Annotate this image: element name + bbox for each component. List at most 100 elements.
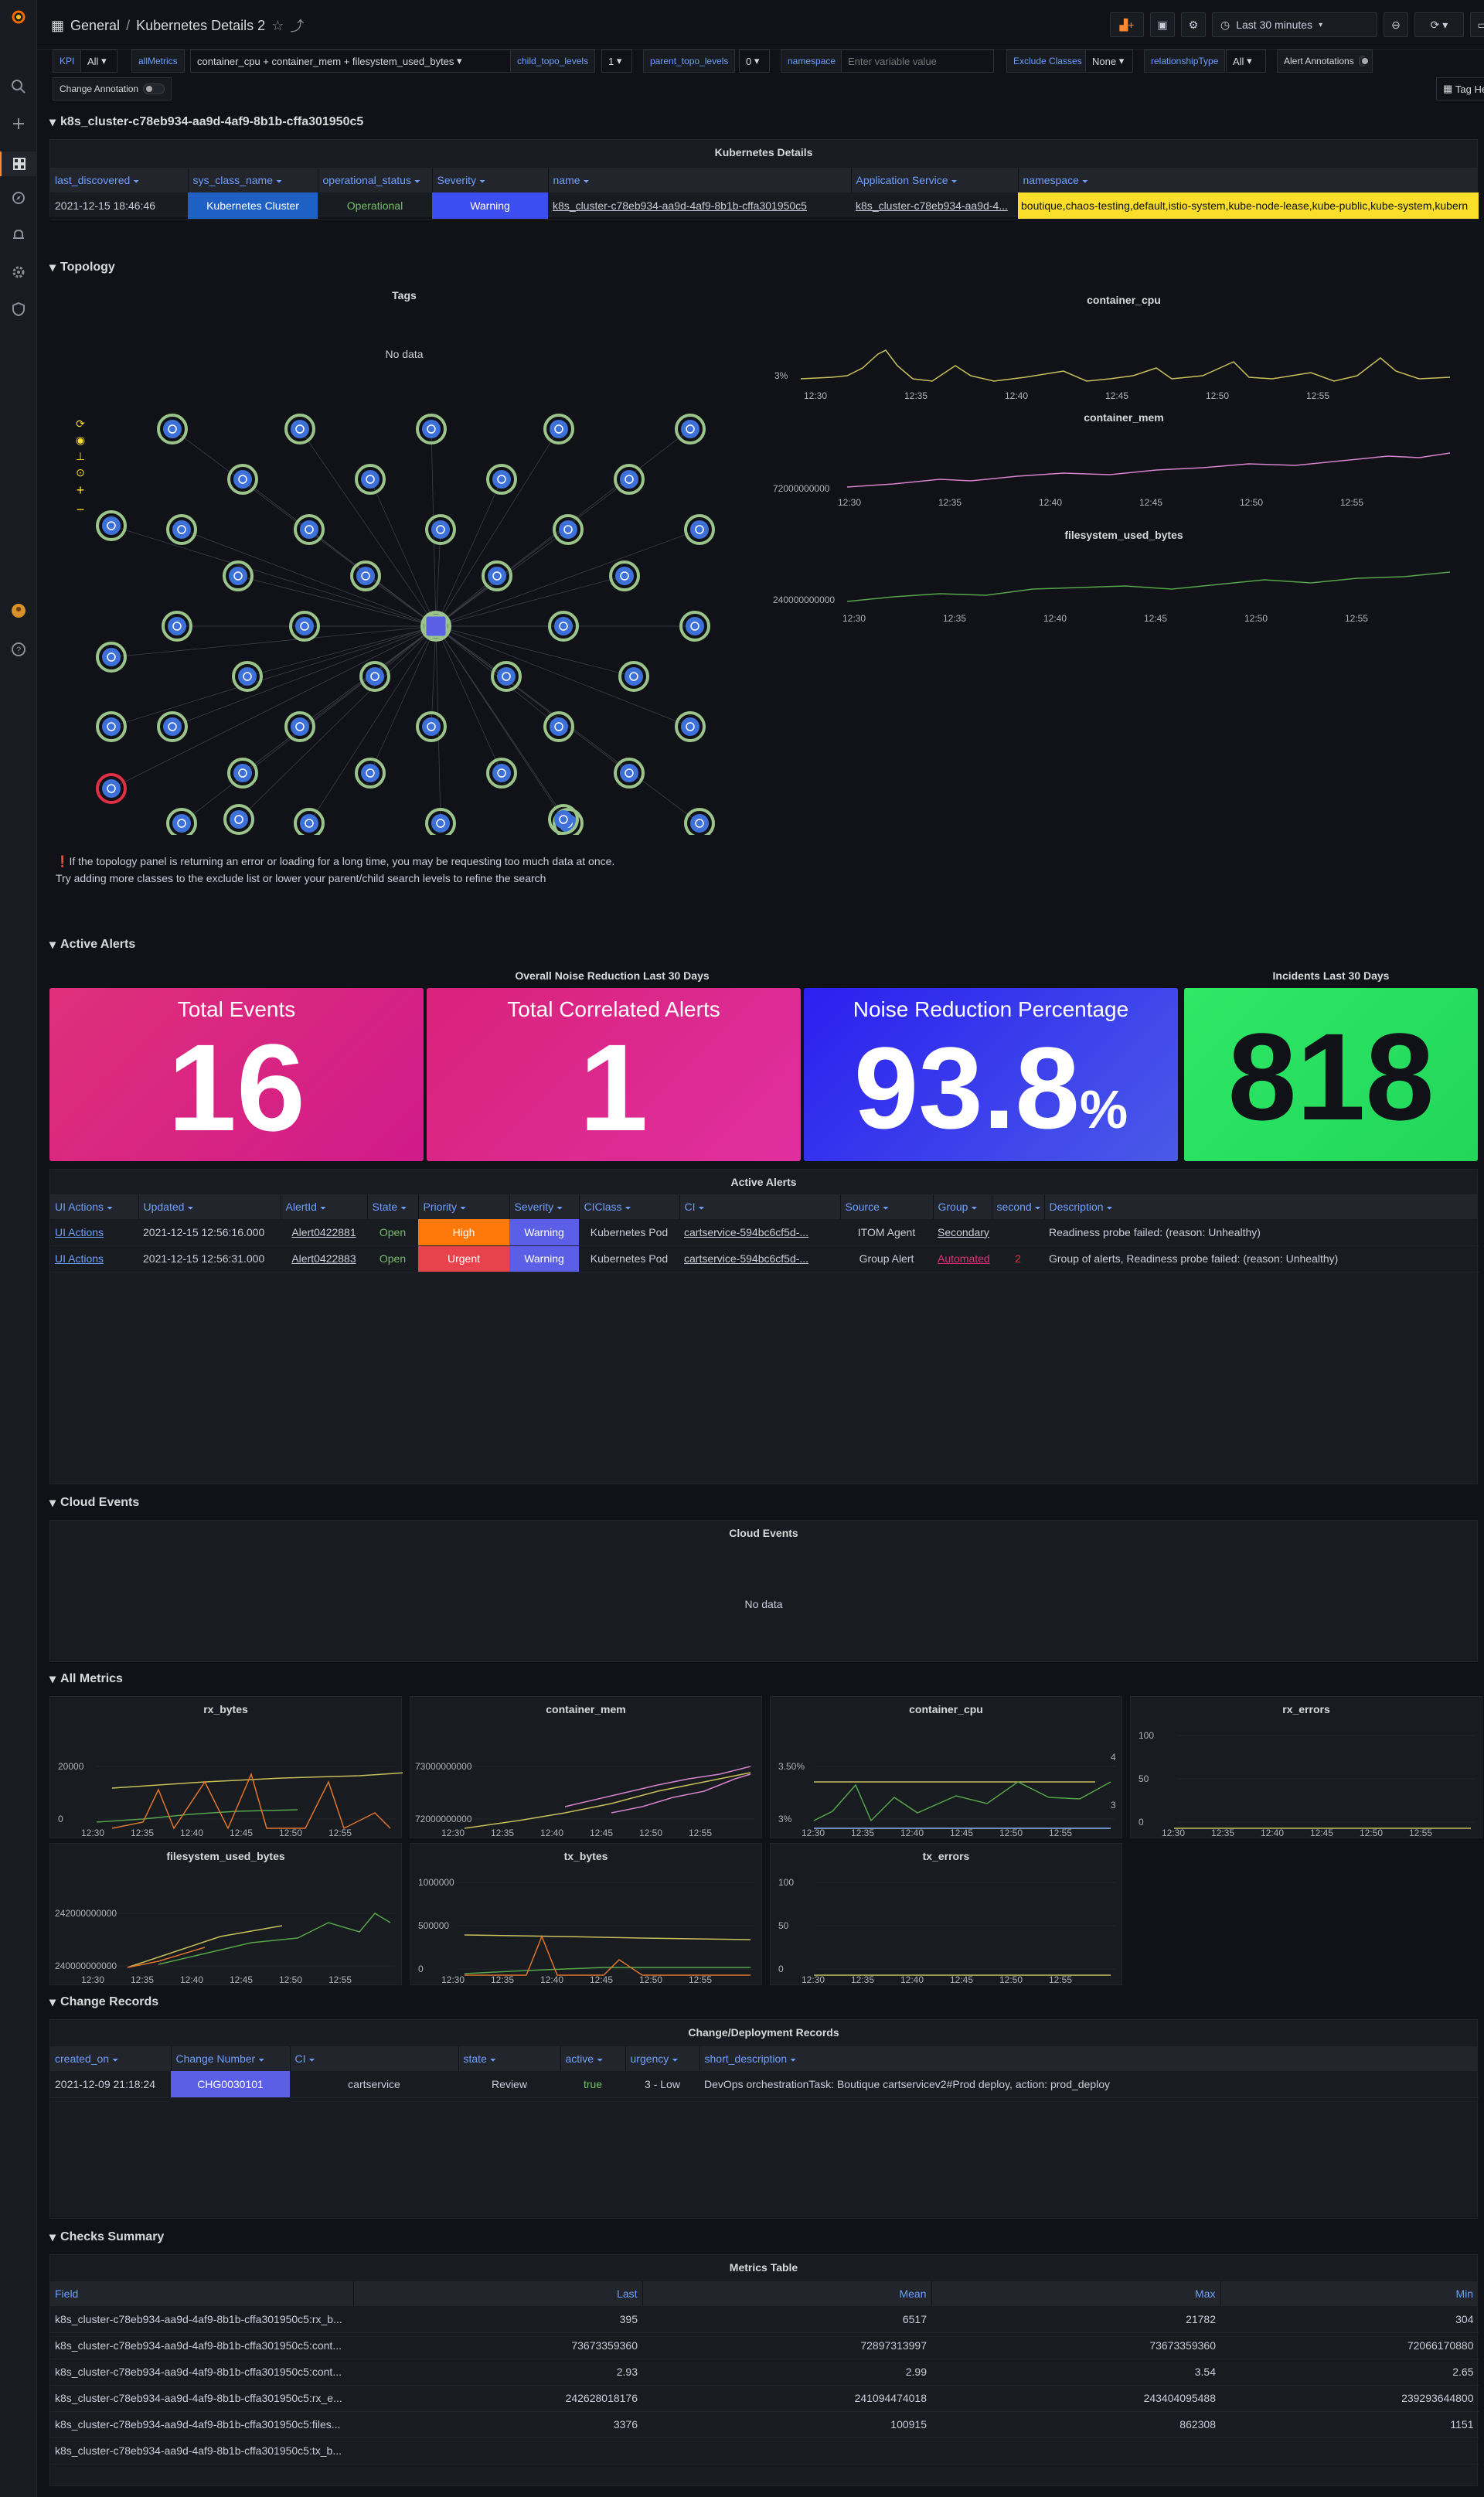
cell-ui-actions-link[interactable]: UI Actions [50,1245,138,1272]
parent-topo-select[interactable]: 0 ▾ [739,49,770,73]
filter-icon[interactable]: ⏷ [1035,1204,1041,1213]
topology-node[interactable] [157,414,188,445]
topology-node[interactable] [543,414,574,445]
filter-icon[interactable]: ⏷ [556,1204,563,1213]
cell-ui-actions-link[interactable]: UI Actions [50,1219,138,1246]
column-header[interactable]: Mean [642,2281,932,2306]
container-cpu-chart[interactable]: 3.50% 3% 4 3 12:30 12:35 12:40 12:45 12:50 12:55 [771,1715,1123,1839]
filter-icon[interactable]: ⏷ [597,2056,603,2065]
cell-group-link[interactable]: Secondary [933,1219,992,1246]
column-header[interactable]: Max [931,2281,1221,2306]
row-cluster-header[interactable]: ▾ k8s_cluster-c78eb934-aa9d-4af9-8b1b-cff… [49,114,363,130]
filter-icon[interactable]: ⏷ [1107,1204,1113,1213]
refresh-icon[interactable]: ⟳ [76,417,85,431]
container-mem-chart[interactable]: 72000000000 12:30 12:35 12:40 12:45 12:50 12:… [770,425,1478,521]
topology-node[interactable] [684,808,715,835]
cell-app-service-link[interactable]: k8s_cluster-c78eb934-aa9d-4... [851,192,1018,220]
breadcrumb-folder[interactable]: General [70,18,120,34]
add-panel-button[interactable]: ▟+ [1110,12,1144,37]
column-header[interactable]: CI ⏷ [679,1194,841,1219]
column-header[interactable]: Source ⏷ [840,1194,934,1219]
time-range-picker[interactable]: ◷ Last 30 minutes ▾ [1212,12,1377,37]
column-header[interactable]: CIClass ⏷ [579,1194,680,1219]
filter-icon[interactable]: ⏷ [790,2056,796,2065]
filesystem-chart[interactable]: 240000000000 12:30 12:35 12:40 12:45 12:50 12… [770,543,1478,639]
child-topo-select[interactable]: 1 ▾ [601,49,632,73]
topology-node[interactable] [416,711,447,742]
column-header[interactable]: name ⏷ [548,168,852,192]
plus-icon[interactable] [9,114,28,133]
topology-node[interactable] [227,758,258,789]
filter-icon[interactable]: ⏷ [276,178,282,186]
row-metrics-header[interactable]: ▾ All Metrics [49,1671,123,1687]
topology-node[interactable] [96,642,127,673]
column-header[interactable]: urgency ⏷ [625,2046,700,2071]
topology-node[interactable] [166,514,197,545]
column-header[interactable]: created_on ⏷ [50,2046,172,2071]
topology-node[interactable] [96,510,127,541]
filesystem-used-bytes-chart[interactable]: 242000000000 240000000000 12:30 12:35 12:40 1… [50,1862,403,1986]
topology-node[interactable] [675,414,706,445]
shield-icon[interactable] [9,300,28,319]
kpi-select[interactable]: All ▾ [80,49,117,73]
exclude-classes-select[interactable]: None ▾ [1085,49,1133,73]
topology-node[interactable] [284,414,315,445]
cell-alert-id-link[interactable]: Alert0422881 [281,1219,367,1246]
column-header[interactable]: state ⏷ [458,2046,561,2071]
refresh-button[interactable]: ⟳ ▾ [1414,12,1464,37]
topology-node[interactable] [553,514,584,545]
search-icon[interactable] [9,77,28,96]
topology-node[interactable] [294,514,325,545]
column-header[interactable]: operational_status ⏷ [318,168,433,192]
filter-icon[interactable]: ⏷ [672,2056,678,2065]
filter-icon[interactable]: ⏷ [479,178,485,186]
tv-mode-button[interactable]: ▭ [1470,12,1484,37]
column-header[interactable]: active ⏷ [560,2046,626,2071]
column-header[interactable]: Last [353,2281,643,2306]
topology-node[interactable] [284,711,315,742]
filter-icon[interactable]: ⏷ [414,178,420,186]
cell-ci-link[interactable]: cartservice-594bc6cf5d-... [679,1245,840,1272]
hierarchy-icon[interactable]: ⊥ [76,450,85,463]
cell-group-link[interactable]: Automated [933,1245,992,1272]
row-changes-header[interactable]: ▾ Change Records [49,1995,158,2010]
zoom-out-button[interactable]: ⊖ [1384,12,1408,37]
topology-node[interactable] [350,560,381,591]
change-annotation-toggle[interactable]: Change Annotation [53,77,172,100]
cell-name-link[interactable]: k8s_cluster-c78eb934-aa9d-4af9-8b1b-cffa… [548,192,851,220]
filter-icon[interactable]: ⏷ [490,2056,496,2065]
settings-button[interactable]: ⚙ [1181,12,1206,37]
column-header[interactable]: Application Service ⏷ [851,168,1019,192]
topology-graph[interactable] [49,402,759,835]
topology-node[interactable] [425,514,456,545]
rx-bytes-chart[interactable]: 20000 0 12:30 12:35 12:40 12:45 12:50 12:55 [50,1715,403,1839]
help-icon[interactable]: ? [9,640,28,659]
column-header[interactable]: Group ⏷ [933,1194,992,1219]
filter-icon[interactable]: ⏷ [971,1204,977,1213]
filter-icon[interactable]: ⏷ [400,1204,407,1213]
filter-icon[interactable]: ⏷ [625,1204,631,1213]
cell-change-number[interactable]: CHG0030101 [171,2071,290,2098]
zoom-out-icon[interactable]: − [77,502,85,518]
explore-icon[interactable] [9,189,28,207]
filter-icon[interactable]: ⏷ [584,178,590,186]
center-icon[interactable]: ⊙ [76,466,85,479]
save-button[interactable]: ▣ [1150,12,1175,37]
topology-node[interactable] [355,464,386,495]
topology-node[interactable] [486,758,517,789]
column-header[interactable]: second ⏷ [992,1194,1045,1219]
alert-annotations-toggle[interactable]: Alert Annotations [1277,49,1373,73]
column-header[interactable]: sys_class_name ⏷ [188,168,318,192]
column-header[interactable]: Severity ⏷ [432,168,549,192]
filter-icon[interactable]: ⏷ [699,1204,705,1213]
topology-node[interactable] [227,464,258,495]
column-header[interactable]: CI ⏷ [290,2046,459,2071]
bell-icon[interactable] [9,226,28,244]
filter-icon[interactable]: ⏷ [460,1204,466,1213]
topology-node[interactable] [223,560,254,591]
container-mem-chart[interactable]: 73000000000 72000000000 12:30 12:35 12:40 12:… [410,1715,763,1839]
topology-node[interactable] [614,758,645,789]
column-header[interactable]: short_description ⏷ [699,2046,1479,2071]
topology-node[interactable] [96,773,127,804]
topology-center-node[interactable] [424,614,448,639]
